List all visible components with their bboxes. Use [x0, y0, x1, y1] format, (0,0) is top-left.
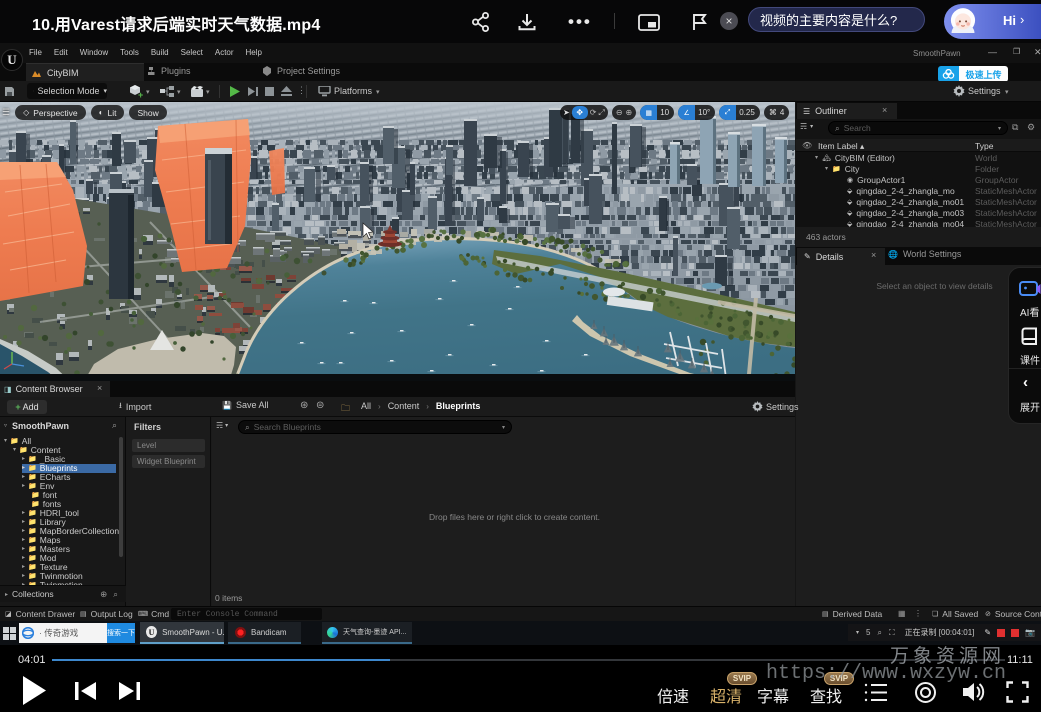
svg-text:+: +	[138, 90, 143, 99]
